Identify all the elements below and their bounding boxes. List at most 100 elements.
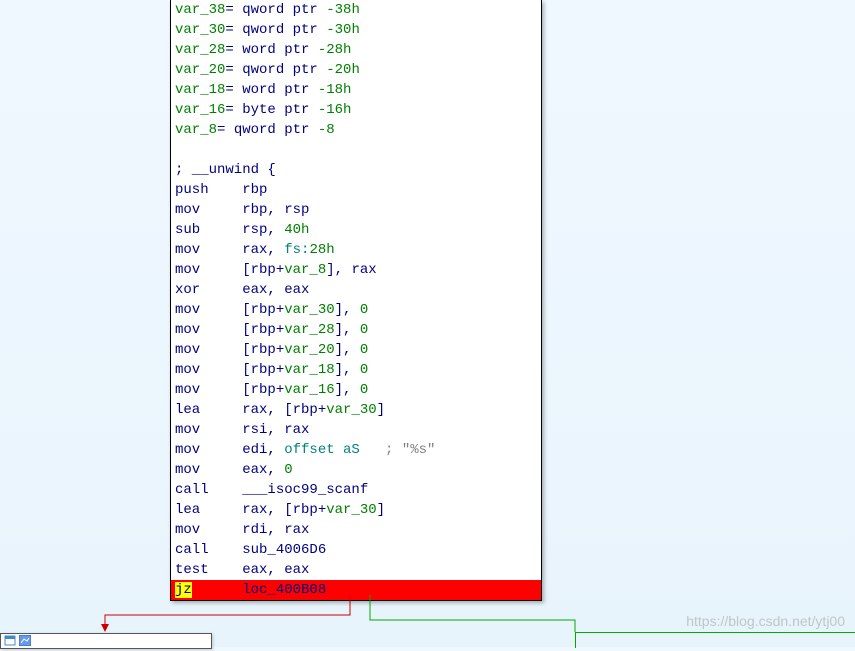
asm-token: mov rax,: [175, 242, 284, 258]
asm-token: mov rdi, rax: [175, 522, 309, 538]
chart-icon: [19, 635, 31, 646]
asm-line[interactable]: var_20= qword ptr -20h: [171, 60, 541, 80]
asm-token: = word ptr: [225, 82, 317, 98]
asm-token: mov [rbp+: [175, 362, 284, 378]
asm-token: -38h: [326, 2, 360, 18]
asm-token: -30h: [326, 22, 360, 38]
asm-token: var_30: [175, 22, 225, 38]
jump-target: loc_400B08: [192, 582, 326, 598]
asm-line[interactable]: mov rsi, rax: [171, 420, 541, 440]
asm-token: ],: [335, 382, 360, 398]
asm-token: call: [175, 482, 242, 498]
asm-line[interactable]: mov [rbp+var_30], 0: [171, 300, 541, 320]
asm-token: ],: [335, 362, 360, 378]
asm-token: mov [rbp+: [175, 302, 284, 318]
asm-token: = byte ptr: [225, 102, 317, 118]
asm-token: var_38: [175, 2, 225, 18]
asm-token: sub_4006D6: [242, 542, 326, 558]
asm-token: sub rsp,: [175, 222, 284, 238]
asm-line[interactable]: mov eax, 0: [171, 460, 541, 480]
block-icon: [4, 635, 16, 646]
asm-token: var_16: [175, 102, 225, 118]
asm-line[interactable]: mov [rbp+var_28], 0: [171, 320, 541, 340]
branch-target-box-green[interactable]: [575, 632, 855, 648]
asm-token: = qword ptr: [225, 2, 326, 18]
asm-token: -8: [318, 122, 335, 138]
asm-line[interactable]: mov [rbp+var_18], 0: [171, 360, 541, 380]
asm-token: ],: [335, 322, 360, 338]
asm-token: = word ptr: [225, 42, 317, 58]
asm-token: var_20: [284, 342, 334, 358]
asm-line[interactable]: push rbp: [171, 180, 541, 200]
asm-token: mov [rbp+: [175, 262, 284, 278]
asm-token: offset aS: [284, 442, 360, 458]
asm-line[interactable]: lea rax, [rbp+var_30]: [171, 500, 541, 520]
asm-token: ]: [377, 402, 385, 418]
asm-line[interactable]: mov [rbp+var_8], rax: [171, 260, 541, 280]
asm-token: mov [rbp+: [175, 342, 284, 358]
asm-token: var_18: [175, 82, 225, 98]
asm-line[interactable]: mov edi, offset aS ; "%s": [171, 440, 541, 460]
asm-token: -20h: [326, 62, 360, 78]
asm-line[interactable]: var_8= qword ptr -8: [171, 120, 541, 140]
asm-token: ],: [335, 302, 360, 318]
disassembly-block[interactable]: var_38= qword ptr -38hvar_30= qword ptr …: [170, 0, 542, 601]
asm-token: 0: [360, 302, 368, 318]
asm-line[interactable]: call sub_4006D6: [171, 540, 541, 560]
asm-token: var_8: [284, 262, 326, 278]
asm-token: ; __unwind {: [175, 162, 276, 178]
asm-token: mov edi,: [175, 442, 284, 458]
asm-token: -16h: [318, 102, 352, 118]
asm-line[interactable]: sub rsp, 40h: [171, 220, 541, 240]
asm-line[interactable]: var_38= qword ptr -38h: [171, 0, 541, 20]
asm-token: ; "%s": [360, 442, 436, 458]
asm-line[interactable]: lea rax, [rbp+var_30]: [171, 400, 541, 420]
asm-token: mov eax,: [175, 462, 284, 478]
asm-token: 0: [360, 342, 368, 358]
asm-token: mov [rbp+: [175, 382, 284, 398]
highlighted-jump-line[interactable]: jz loc_400B08: [171, 580, 541, 600]
asm-token: ___isoc99_scanf: [242, 482, 368, 498]
asm-line[interactable]: mov [rbp+var_16], 0: [171, 380, 541, 400]
asm-token: = qword ptr: [225, 22, 326, 38]
asm-token: ]: [377, 502, 385, 518]
asm-line[interactable]: test eax, eax: [171, 560, 541, 580]
asm-token: mov rbp, rsp: [175, 202, 309, 218]
asm-token: 0: [284, 462, 292, 478]
asm-token: = qword ptr: [217, 122, 318, 138]
asm-token: lea rax, [rbp+: [175, 402, 326, 418]
asm-token: var_18: [284, 362, 334, 378]
asm-token: lea rax, [rbp+: [175, 502, 326, 518]
asm-token: var_30: [284, 302, 334, 318]
asm-line[interactable]: [171, 140, 541, 160]
asm-token: xor eax, eax: [175, 282, 309, 298]
asm-line[interactable]: call ___isoc99_scanf: [171, 480, 541, 500]
asm-token: 0: [360, 322, 368, 338]
asm-token: = qword ptr: [225, 62, 326, 78]
asm-token: ],: [335, 342, 360, 358]
asm-token: ], rax: [326, 262, 376, 278]
asm-line[interactable]: var_18= word ptr -18h: [171, 80, 541, 100]
asm-line[interactable]: mov [rbp+var_20], 0: [171, 340, 541, 360]
asm-line[interactable]: ; __unwind {: [171, 160, 541, 180]
asm-token: 0: [360, 382, 368, 398]
asm-token: mov [rbp+: [175, 322, 284, 338]
asm-token: 0: [360, 362, 368, 378]
asm-token: var_16: [284, 382, 334, 398]
asm-token: var_30: [326, 402, 376, 418]
asm-line[interactable]: var_28= word ptr -28h: [171, 40, 541, 60]
asm-token: -28h: [318, 42, 352, 58]
asm-line[interactable]: var_16= byte ptr -16h: [171, 100, 541, 120]
asm-line[interactable]: var_30= qword ptr -30h: [171, 20, 541, 40]
asm-token: push rbp: [175, 182, 267, 198]
asm-line[interactable]: mov rax, fs:28h: [171, 240, 541, 260]
asm-token: var_30: [326, 502, 376, 518]
asm-token: 28h: [309, 242, 334, 258]
asm-line[interactable]: mov rbp, rsp: [171, 200, 541, 220]
asm-token: call: [175, 542, 242, 558]
asm-line[interactable]: xor eax, eax: [171, 280, 541, 300]
asm-token: var_28: [284, 322, 334, 338]
asm-token: test eax, eax: [175, 562, 309, 578]
jz-mnemonic: jz: [175, 582, 192, 598]
asm-line[interactable]: mov rdi, rax: [171, 520, 541, 540]
